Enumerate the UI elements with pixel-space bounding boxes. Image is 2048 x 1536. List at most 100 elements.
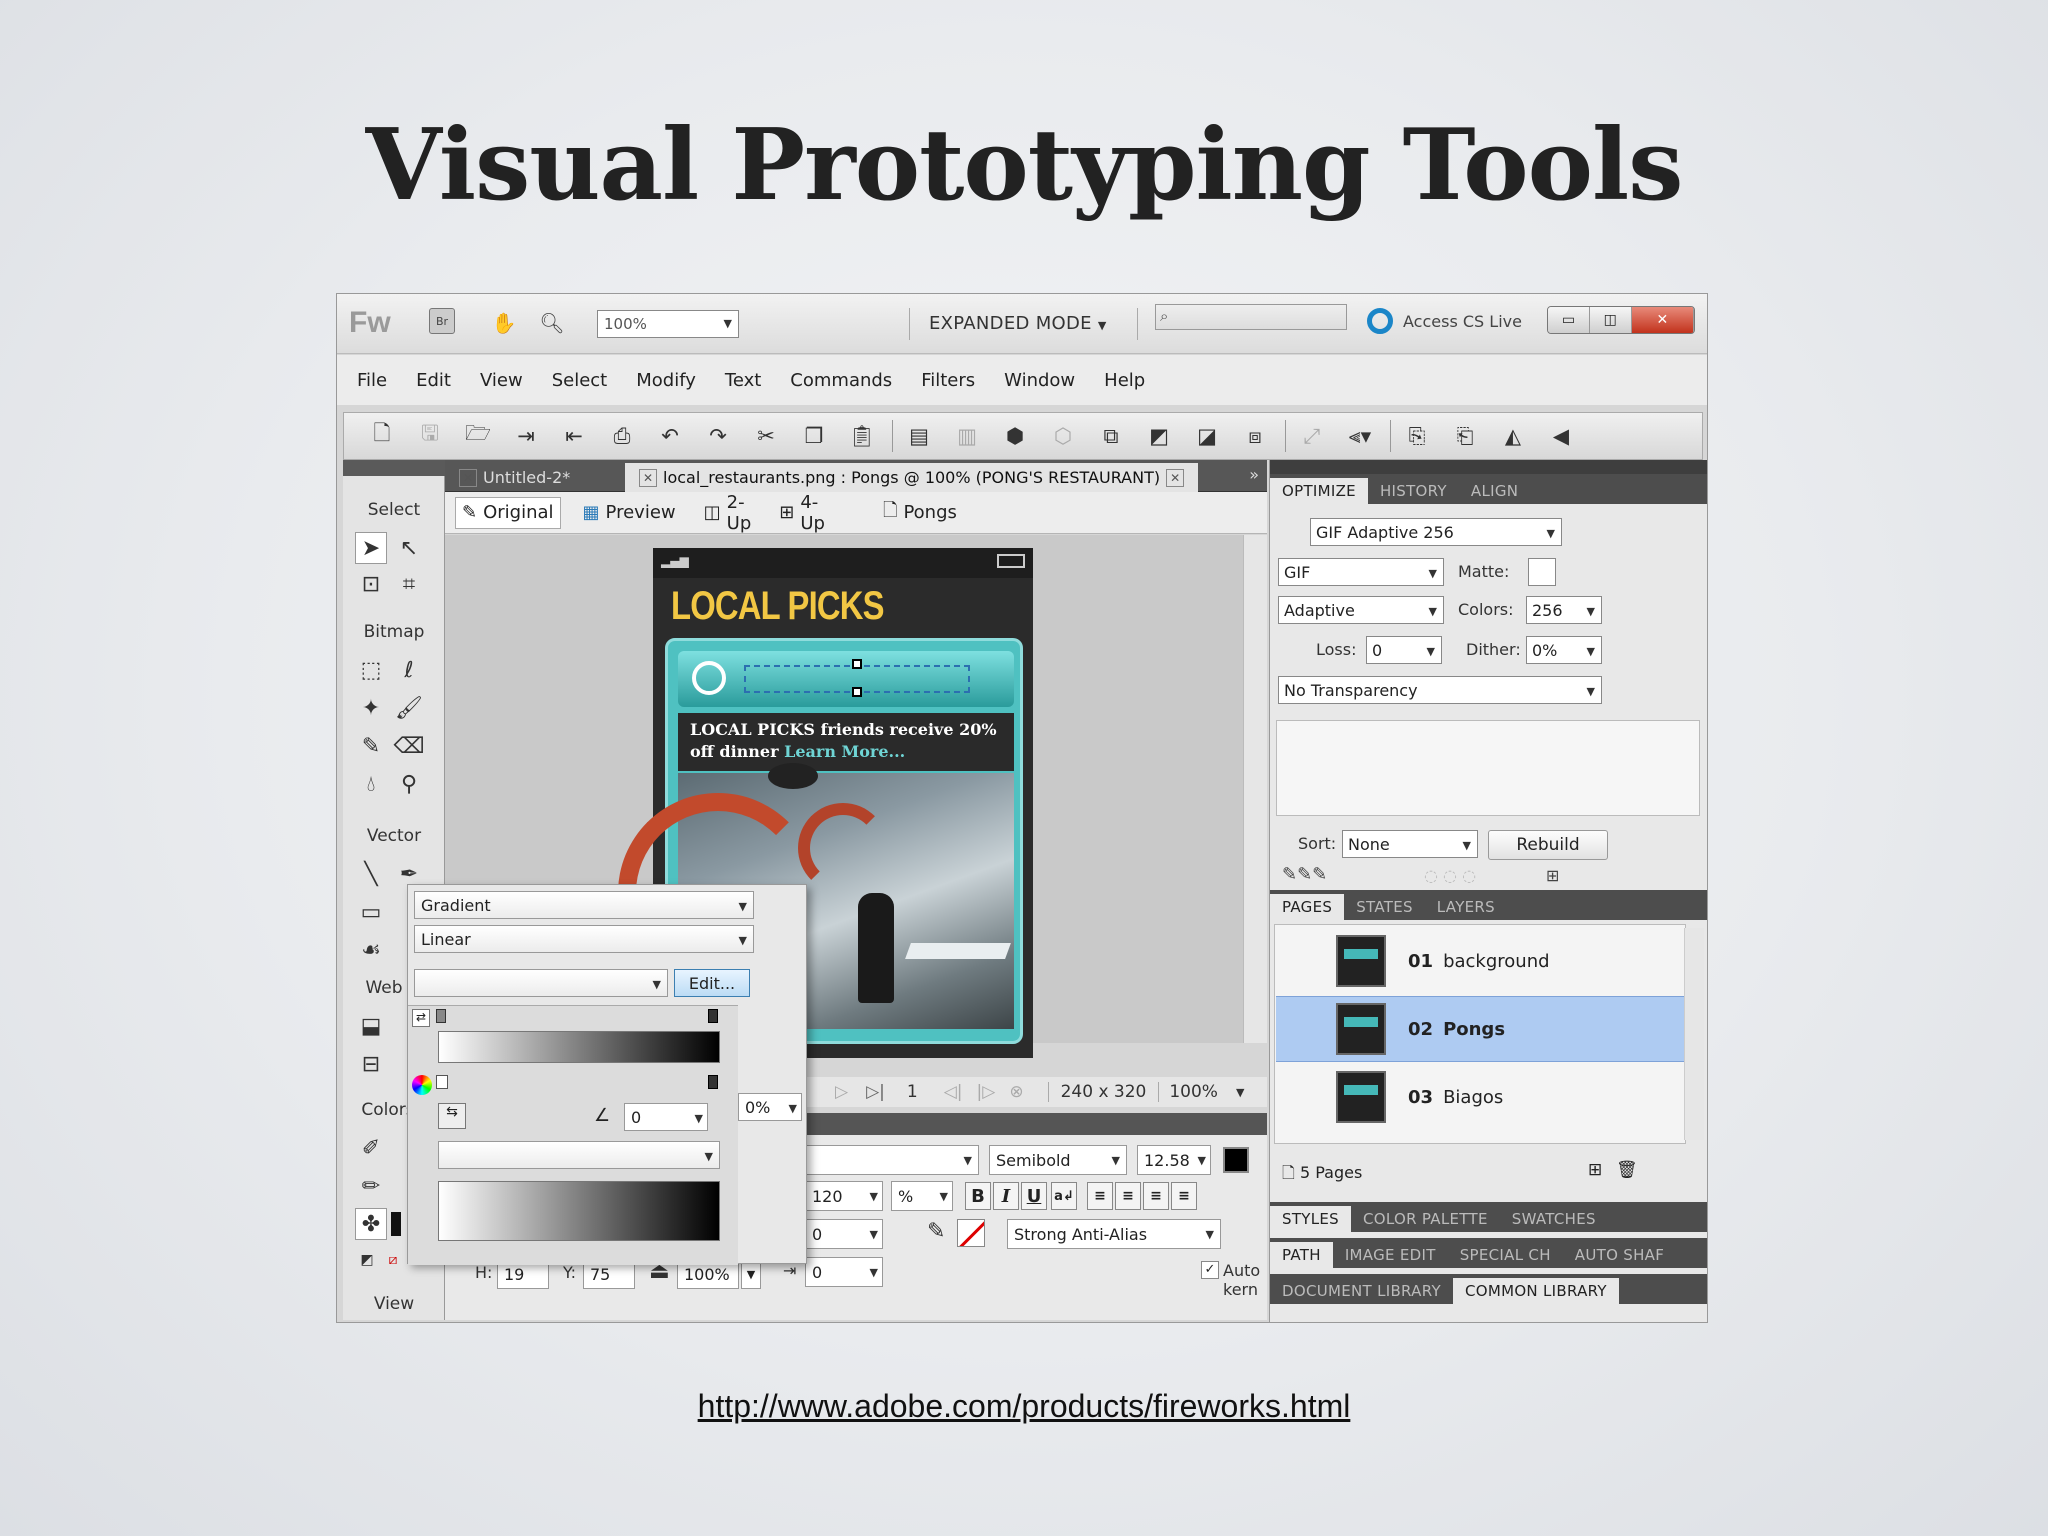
tab-document-library[interactable]: DOCUMENT LIBRARY <box>1270 1278 1453 1304</box>
paint-bucket-icon[interactable]: ✏ <box>355 1170 387 1202</box>
redo-icon[interactable]: ↷ <box>700 420 736 452</box>
freeform-tool-icon[interactable]: ☙ <box>355 934 387 966</box>
pointer-tool-icon[interactable]: ➤ <box>355 532 387 564</box>
page-row[interactable]: 01 background <box>1276 928 1690 994</box>
leading-unit-select[interactable]: % ▼ <box>891 1181 953 1211</box>
stamp-tool-icon[interactable]: ⚲ <box>393 768 425 800</box>
brush-tool-icon[interactable]: 🖌︎ <box>393 692 425 724</box>
pages-scrollbar[interactable] <box>1684 928 1704 1140</box>
underline-button[interactable]: U <box>1021 1182 1047 1210</box>
cut-icon[interactable]: ✂ <box>748 420 784 452</box>
color-stop[interactable] <box>436 1009 446 1023</box>
cs-live-button[interactable]: Access CS Live <box>1367 308 1522 334</box>
palette-select[interactable]: Adaptive ▼ <box>1278 596 1444 624</box>
zoom-select[interactable]: 100% ▼ <box>597 310 739 338</box>
justify-button[interactable]: ≡ <box>1171 1182 1197 1210</box>
magic-wand-icon[interactable]: ✦ <box>355 692 387 724</box>
no-stroke-swatch[interactable] <box>957 1219 985 1247</box>
open-icon[interactable]: 🗁 <box>460 420 496 452</box>
close-tab-icon[interactable]: ✕ <box>1166 468 1185 487</box>
import-icon[interactable]: ⇥ <box>508 420 544 452</box>
tab-styles[interactable]: STYLES <box>1270 1206 1352 1232</box>
leading-field[interactable]: 120 ▼ <box>805 1181 883 1211</box>
hotspot-tool-icon[interactable]: ⬓ <box>355 1010 387 1042</box>
tab-local-restaurants[interactable]: ✕ local_restaurants.png : Pongs @ 100% (P… <box>625 463 1199 492</box>
split-icon[interactable]: ⬡ <box>1045 420 1081 452</box>
search-input[interactable]: ⌕ <box>1155 304 1347 330</box>
flip-h-icon[interactable]: ◭ <box>1495 420 1531 452</box>
transparency-select[interactable]: No Transparency ▼ <box>1278 676 1602 704</box>
gradient-preset-select[interactable]: ▼ <box>414 969 668 997</box>
print-icon[interactable]: ⎙ <box>604 420 640 452</box>
zoom-icon[interactable]: 🔍︎ <box>537 308 567 338</box>
last-frame-icon[interactable]: ▷| <box>866 1082 885 1102</box>
menu-window[interactable]: Window <box>1004 370 1075 391</box>
colors-select[interactable]: 256 ▼ <box>1526 596 1602 624</box>
minimize-button[interactable]: ▭ <box>1548 307 1590 333</box>
menu-select[interactable]: Select <box>552 370 608 391</box>
vertical-scrollbar[interactable] <box>1243 535 1267 1043</box>
sort-select[interactable]: None ▼ <box>1342 830 1478 858</box>
line-tool-icon[interactable]: ╲ <box>355 858 387 890</box>
eraser-tool-icon[interactable]: ⌫ <box>393 730 425 762</box>
menu-help[interactable]: Help <box>1104 370 1145 391</box>
subselect-tool-icon[interactable]: ↖ <box>393 532 425 564</box>
slice-tool-icon[interactable]: ⊟ <box>355 1048 387 1080</box>
tab-optimize[interactable]: OPTIMIZE <box>1270 478 1368 504</box>
save-icon[interactable]: 🖫 <box>412 420 448 452</box>
opacity-field[interactable]: 0% ▼ <box>738 1093 802 1121</box>
italic-button[interactable]: I <box>993 1182 1019 1210</box>
color-table[interactable] <box>1276 720 1700 816</box>
view-original[interactable]: ✎ Original <box>455 496 561 529</box>
loss-field[interactable]: 0 ▼ <box>1366 636 1442 664</box>
new-page-icon[interactable]: ⊞ <box>1588 1160 1602 1180</box>
stroke-color-icon[interactable]: ✤ <box>355 1208 387 1240</box>
preset-select[interactable]: ▼ <box>438 1141 720 1169</box>
export-icon[interactable]: ⇤ <box>556 420 592 452</box>
tab-layers[interactable]: LAYERS <box>1425 894 1507 920</box>
view-preview[interactable]: ▦ Preview <box>577 497 682 529</box>
bridge-icon[interactable]: Br <box>429 308 455 334</box>
paragraph-spacing-field[interactable]: 0 ▼ <box>805 1257 883 1287</box>
crop-tool-icon[interactable]: ⌗ <box>393 568 425 600</box>
lock-color-icons[interactable]: ◌ ◌ ◌ <box>1424 866 1476 885</box>
marquee-tool-icon[interactable]: ⬚ <box>355 654 387 686</box>
tab-auto-shapes[interactable]: AUTO SHAF <box>1563 1242 1676 1268</box>
gradient-preview[interactable] <box>438 1031 720 1063</box>
chevron-down-icon[interactable]: ▼ <box>1236 1086 1244 1099</box>
blur-tool-icon[interactable]: 💧︎ <box>355 768 387 800</box>
optimize-preset-select[interactable]: GIF Adaptive 256 ▼ <box>1310 518 1562 546</box>
close-button[interactable]: ✕ <box>1631 307 1694 333</box>
bring-front-icon[interactable]: ⧉ <box>1093 420 1129 452</box>
group-icon[interactable]: ▤ <box>901 420 937 452</box>
gradient-type-select[interactable]: Linear ▼ <box>414 925 754 953</box>
edit-button[interactable]: Edit... <box>674 969 750 997</box>
resize-handle[interactable] <box>852 659 862 669</box>
text-direction-button[interactable]: a↲ <box>1051 1182 1077 1210</box>
send-back-icon[interactable]: ⧈ <box>1237 420 1273 452</box>
rectangle-tool-icon[interactable]: ▭ <box>355 896 387 928</box>
page-select[interactable]: 🗋 Pongs <box>877 497 963 529</box>
rebuild-button[interactable]: Rebuild <box>1488 830 1608 860</box>
send-backward-icon[interactable]: ◪ <box>1189 420 1225 452</box>
flip-icon[interactable]: ⎗ <box>1447 420 1483 452</box>
format-select[interactable]: GIF ▼ <box>1278 558 1444 586</box>
menu-text[interactable]: Text <box>725 370 761 391</box>
tab-history[interactable]: HISTORY <box>1368 478 1459 504</box>
eyedropper-tool-icon[interactable]: ✐ <box>355 1132 387 1164</box>
close-tab-icon[interactable]: ✕ <box>459 468 477 487</box>
indent-field[interactable]: 0 ▼ <box>805 1219 883 1249</box>
workspace-mode[interactable]: EXPANDED MODE ▼ <box>929 313 1107 334</box>
no-color-icon[interactable]: ⧄ <box>377 1244 409 1276</box>
swap-icon[interactable]: ⇄ <box>412 1009 430 1027</box>
copy-icon[interactable]: ❐ <box>796 420 832 452</box>
scale-tool-icon[interactable]: ⊡ <box>355 568 387 600</box>
tab-align[interactable]: ALIGN <box>1459 478 1530 504</box>
add-color-icon[interactable]: ⊞ <box>1546 866 1559 885</box>
bring-forward-icon[interactable]: ◩ <box>1141 420 1177 452</box>
tab-untitled[interactable]: ✕ Untitled-2* <box>445 463 578 492</box>
color-stop[interactable] <box>708 1009 718 1023</box>
menu-filters[interactable]: Filters <box>921 370 975 391</box>
tab-image-edit[interactable]: IMAGE EDIT <box>1333 1242 1448 1268</box>
stop-icon[interactable]: ⊗ <box>1009 1082 1023 1102</box>
